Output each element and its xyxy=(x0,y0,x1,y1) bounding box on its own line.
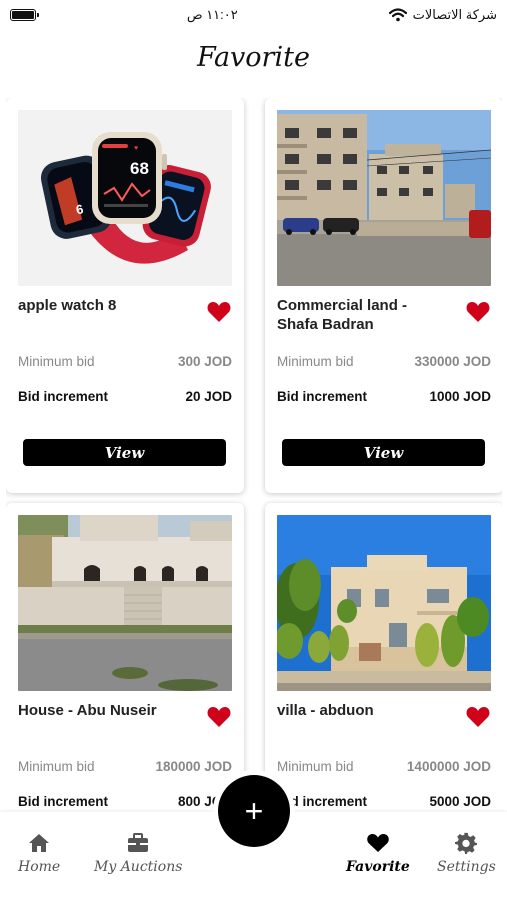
minimum-bid-row: Minimum bid 180000 JOD xyxy=(18,759,232,774)
minimum-bid-value: 1400000 JOD xyxy=(406,759,491,774)
tab-settings-label: Settings xyxy=(437,859,496,875)
favorite-card[interactable]: House - Abu Nuseir Minimum bid 180000 JO… xyxy=(6,503,244,810)
bid-increment-value: 20 JOD xyxy=(185,389,232,404)
minimum-bid-row: Minimum bid 330000 JOD xyxy=(277,354,491,369)
gear-icon xyxy=(455,832,478,854)
bid-increment-row: Bid increment 800 JOD xyxy=(18,794,232,809)
favorite-heart-icon[interactable] xyxy=(206,705,232,729)
tab-my-auctions[interactable]: My Auctions xyxy=(94,832,182,875)
item-image-house xyxy=(18,515,232,691)
view-button[interactable]: View xyxy=(282,439,485,466)
status-bar: ١١:٠٢ ص شركة الاتصالات xyxy=(0,0,507,30)
bid-increment-row: Bid increment 20 JOD xyxy=(18,389,232,404)
view-button[interactable]: View xyxy=(23,439,226,466)
watch-screen-number: 68 xyxy=(130,159,149,178)
wifi-icon xyxy=(388,8,407,22)
minimum-bid-label: Minimum bid xyxy=(18,759,95,774)
minimum-bid-row: Minimum bid 300 JOD xyxy=(18,354,232,369)
minimum-bid-value: 330000 JOD xyxy=(414,354,491,369)
item-image-apple-watch: 6 ♥ 68 xyxy=(18,110,232,286)
minimum-bid-label: Minimum bid xyxy=(277,759,354,774)
bid-increment-value: 5000 JOD xyxy=(429,794,491,809)
favorite-heart-icon[interactable] xyxy=(465,300,491,324)
tab-home-label: Home xyxy=(18,859,61,875)
home-icon xyxy=(29,834,50,852)
briefcase-icon xyxy=(128,833,149,852)
tab-my-auctions-label: My Auctions xyxy=(94,859,183,875)
page-title: Favorite xyxy=(197,42,310,73)
minimum-bid-value: 300 JOD xyxy=(177,354,232,369)
item-image-villa xyxy=(277,515,491,691)
minimum-bid-row: Minimum bid 1400000 JOD xyxy=(277,759,491,774)
carrier-group: شركة الاتصالات xyxy=(388,7,497,23)
bid-increment-label: Bid increment xyxy=(18,389,109,404)
bid-increment-value: 1000 JOD xyxy=(429,389,491,404)
carrier-name: شركة الاتصالات xyxy=(412,7,497,22)
favorite-heart-icon[interactable] xyxy=(465,705,491,729)
add-auction-button[interactable]: + xyxy=(218,775,290,847)
heart-icon xyxy=(367,834,389,852)
favorite-card[interactable]: Commercial land - Shafa Badran Minimum b… xyxy=(265,98,502,493)
item-title: apple watch 8 xyxy=(18,297,117,314)
item-title: villa - abduon xyxy=(277,702,374,719)
tab-home[interactable]: Home xyxy=(18,832,60,875)
minimum-bid-label: Minimum bid xyxy=(277,354,354,369)
favorites-grid[interactable]: 6 ♥ 68 apple watch 8 Minimum bid 300 JOD… xyxy=(6,98,502,810)
item-title: House - Abu Nuseir xyxy=(18,702,157,719)
battery-icon xyxy=(10,9,39,21)
tab-settings[interactable]: Settings xyxy=(437,832,496,875)
bid-increment-label: Bid increment xyxy=(18,794,109,809)
minimum-bid-label: Minimum bid xyxy=(18,354,95,369)
bid-increment-row: Bid increment 1000 JOD xyxy=(277,389,491,404)
bid-increment-label: Bid increment xyxy=(277,794,368,809)
favorite-heart-icon[interactable] xyxy=(206,300,232,324)
item-title: Commercial land - Shafa Badran xyxy=(277,297,408,333)
svg-text:♥: ♥ xyxy=(134,145,138,152)
tab-favorite[interactable]: Favorite xyxy=(346,832,410,875)
favorite-card[interactable]: 6 ♥ 68 apple watch 8 Minimum bid 300 JOD… xyxy=(6,98,244,493)
favorite-card[interactable]: villa - abduon Minimum bid 1400000 JOD B… xyxy=(265,503,502,810)
bid-increment-label: Bid increment xyxy=(277,389,368,404)
status-time: ١١:٠٢ ص xyxy=(186,7,238,22)
bid-increment-row: Bid increment 5000 JOD xyxy=(277,794,491,809)
plus-icon: + xyxy=(244,792,264,829)
minimum-bid-value: 180000 JOD xyxy=(155,759,232,774)
item-image-commercial-land xyxy=(277,110,491,286)
tab-favorite-label: Favorite xyxy=(346,859,410,875)
